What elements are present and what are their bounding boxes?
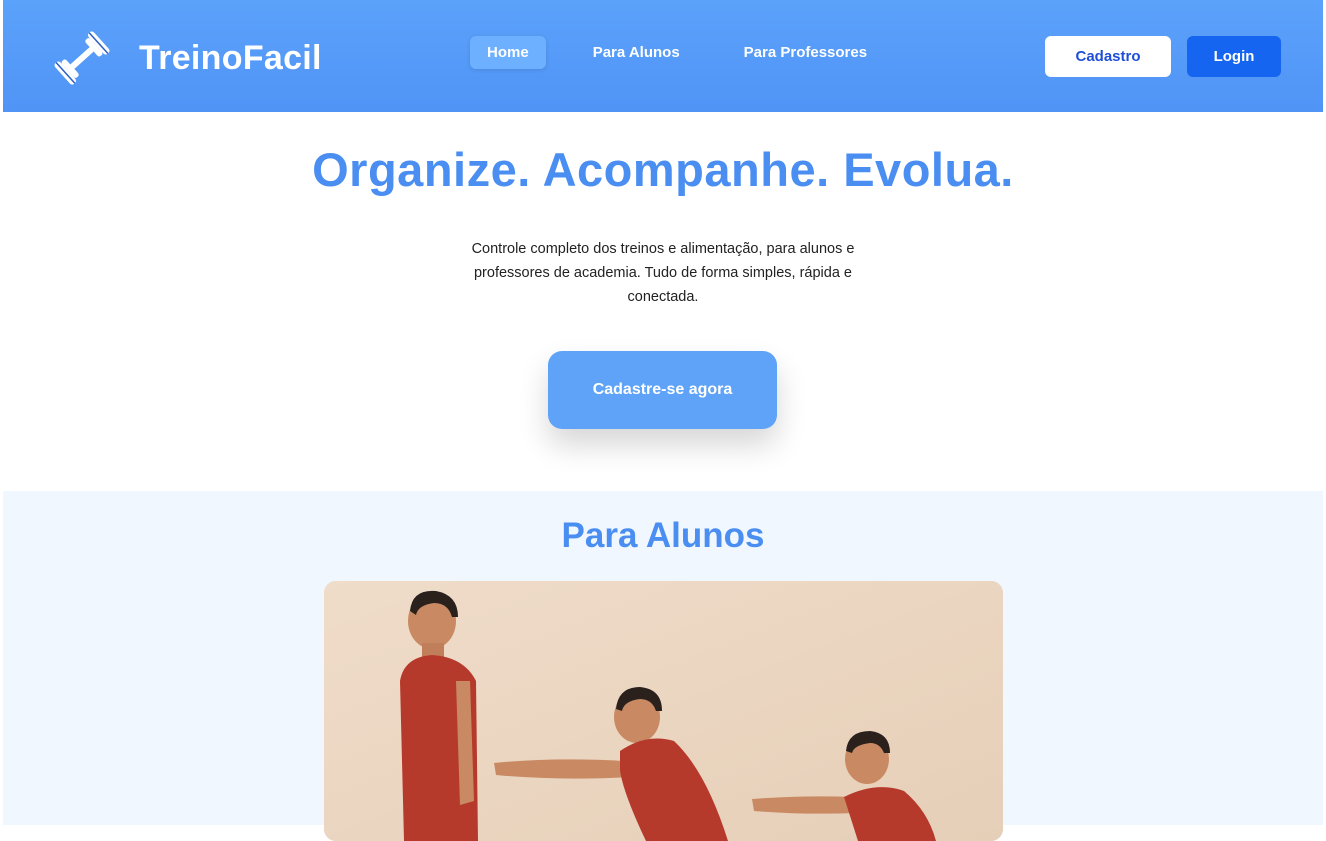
nav-home[interactable]: Home (470, 36, 546, 69)
squat-illustration (324, 581, 1003, 841)
signup-cta-button[interactable]: Cadastre-se agora (548, 351, 777, 429)
nav-para-alunos[interactable]: Para Alunos (576, 36, 697, 69)
section-title: Para Alunos (561, 516, 765, 555)
login-button[interactable]: Login (1187, 36, 1281, 77)
dumbbell-icon (54, 31, 110, 85)
students-section: Para Alunos (3, 491, 1323, 841)
hero-title: Organize. Acompanhe. Evolua. (312, 143, 1014, 196)
nav-para-professores[interactable]: Para Professores (727, 36, 884, 69)
brand[interactable]: TreinoFacil (51, 30, 322, 86)
hero-subtitle: Controle completo dos treinos e alimenta… (471, 241, 855, 305)
squat-sequence-photo (324, 581, 1003, 841)
main-nav: Home Para Alunos Para Professores (470, 36, 884, 69)
signup-button[interactable]: Cadastro (1045, 36, 1171, 77)
top-navbar: TreinoFacil Home Para Alunos Para Profes… (3, 0, 1323, 112)
brand-name: TreinoFacil (139, 38, 322, 77)
